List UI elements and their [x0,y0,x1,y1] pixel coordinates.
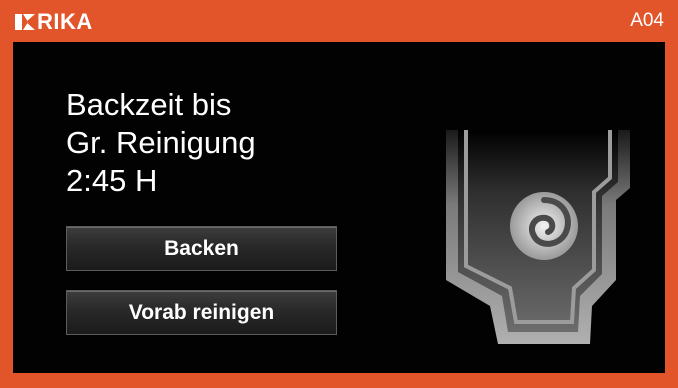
device-frame: RIKA A04 Backzeit bis Gr. Reinigung 2:45… [0,0,678,388]
message-line-3: 2:45 H [66,163,158,198]
brand-logo: RIKA [14,9,93,34]
bake-button[interactable]: Backen [66,226,337,271]
status-message: Backzeit bis Gr. Reinigung 2:45 H [66,86,256,200]
message-line-1: Backzeit bis [66,87,232,122]
message-line-2: Gr. Reinigung [66,125,256,160]
brand-name: RIKA [37,9,93,34]
screen-code: A04 [630,10,664,31]
stove-cleaning-icon [446,130,630,344]
rika-logo-mark-icon [15,14,35,30]
top-bar: RIKA A04 [0,0,678,42]
pre-clean-button[interactable]: Vorab reinigen [66,290,337,335]
